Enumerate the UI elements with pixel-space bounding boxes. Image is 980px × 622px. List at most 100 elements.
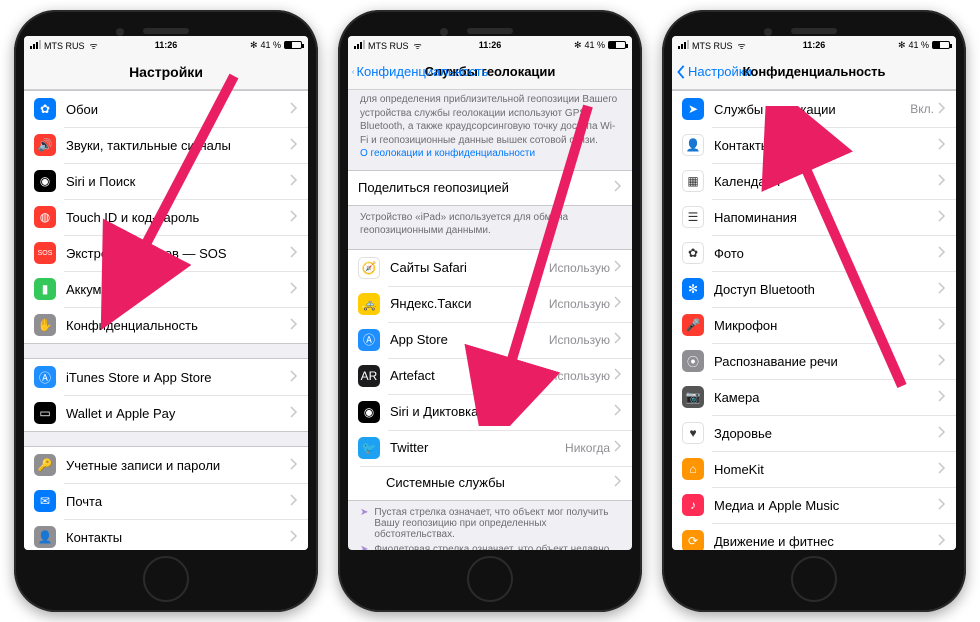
cell-detail: Использую [549,369,610,383]
chevron-right-icon [938,390,946,405]
cell-label: Аккумулятор [66,282,290,297]
share-footer: Устройство «iPad» используется для обмен… [348,206,632,241]
legend-row: ➤Пустая стрелка означает, что объект мог… [360,507,620,540]
front-camera [764,28,772,36]
privacy-cell-calendars[interactable]: ▦ Календари [672,163,956,199]
home-button[interactable] [791,556,837,602]
chevron-right-icon [614,296,622,311]
signal-icon [30,40,41,49]
privacy-cell-mic[interactable]: 🎤 Микрофон [672,307,956,343]
privacy-cell-reminders[interactable]: ☰Напоминания [672,199,956,235]
settings-cell-privacy[interactable]: ✋Конфиденциальность [24,307,308,343]
privacy-cell-contacts2[interactable]: 👤 Контакты [672,127,956,163]
contacts2-icon: 👤 [682,134,704,156]
twitter-icon: 🐦 [358,437,380,459]
cell-detail: Вкл. [910,102,934,116]
location-arrow-icon: ➤ [360,544,368,551]
cell-detail: Никогда [565,441,610,455]
privacy-cell-bt[interactable]: ✻ Доступ Bluetooth [672,271,956,307]
privacy-cell-speech[interactable]: ⦿Распознавание речи [672,343,956,379]
siri2-icon: ◉ [358,401,380,423]
nav-bar: Настройки [24,54,308,90]
siri-icon: ◉ [34,170,56,192]
settings-cell-wallpaper[interactable]: ✿Обои [24,91,308,127]
share-location-cell[interactable]: Поделиться геопозицией [348,171,632,205]
phone-settings: MTS RUS ᯤ 11:26 ✻41 % Настройки ✿Обои🔊Зв… [14,10,318,612]
cell-label: Микрофон [714,318,938,333]
cell-label: Календари [714,174,938,189]
back-button[interactable]: Настройки [676,64,752,79]
app-cell-artefact[interactable]: AR ArtefactИспользую [348,358,632,394]
home-button[interactable] [467,556,513,602]
settings-cell-contacts[interactable]: 👤Контакты [24,519,308,550]
cell-label: Доступ Bluetooth [714,282,938,297]
app-cell-safari[interactable]: 🧭Сайты SafariИспользую [348,250,632,286]
privacy-cell-camera[interactable]: 📷Камера [672,379,956,415]
cell-label: Twitter [390,440,565,455]
chevron-right-icon [614,260,622,275]
cell-label: Распознавание речи [714,354,938,369]
artefact-icon: AR [358,365,380,387]
cell-label: Медиа и Apple Music [714,498,938,513]
about-location-link[interactable]: О геолокации и конфиденциальности [360,148,535,159]
settings-list[interactable]: ✿Обои🔊Звуки, тактильные сигналы◉Siri и П… [24,90,308,550]
yandex-icon: 🚕 [358,293,380,315]
privacy-cell-homekit[interactable]: ⌂HomeKit [672,451,956,487]
cell-label: Службы геолокации [714,102,910,117]
chevron-right-icon [290,406,298,421]
settings-cell-wallet[interactable]: ▭Wallet и Apple Pay [24,395,308,431]
privacy-cell-fitness[interactable]: ⟳Движение и фитнес [672,523,956,550]
chevron-right-icon [290,138,298,153]
earpiece [467,28,513,34]
app-cell-twitter[interactable]: 🐦 TwitterНикогда [348,430,632,466]
page-title: Настройки [129,64,203,80]
chevron-right-icon [938,498,946,513]
chevron-right-icon [290,246,298,261]
settings-cell-sounds[interactable]: 🔊Звуки, тактильные сигналы [24,127,308,163]
chevron-right-icon [938,102,946,117]
status-right: ✻41 % [574,40,626,51]
cell-label: Системные службы [358,475,614,490]
app-cell-siri2[interactable]: ◉Siri и Диктовка [348,394,632,430]
privacy-list[interactable]: ➤Службы геолокацииВкл. 👤 Контакты ▦ Календар… [672,90,956,550]
settings-cell-sos[interactable]: SOSЭкстренный вызов — SOS [24,235,308,271]
screen-3: MTS RUS ᯤ 11:26 ✻41 % Настройки Конфиден… [672,36,956,550]
privacy-cell-music[interactable]: ♪Медиа и Apple Music [672,487,956,523]
cell-label: Контакты [66,530,290,545]
settings-cell-appstore[interactable]: ⒶiTunes Store и App Store [24,359,308,395]
status-left: MTS RUS ᯤ [678,39,746,52]
chevron-right-icon [614,368,622,383]
settings-cell-battery[interactable]: ▮ Аккумулятор [24,271,308,307]
chevron-right-icon [938,534,946,549]
system-services-cell[interactable]: Системные службы [348,466,632,500]
calendars-icon: ▦ [682,170,704,192]
app-cell-appstore2[interactable]: ⒶApp StoreИспользую [348,322,632,358]
cell-label: Экстренный вызов — SOS [66,246,290,261]
touchid-icon: ◍ [34,206,56,228]
settings-cell-siri[interactable]: ◉Siri и Поиск [24,163,308,199]
chevron-right-icon [938,246,946,261]
settings-cell-touchid[interactable]: ◍Touch ID и код-пароль [24,199,308,235]
settings-cell-mail[interactable]: ✉Почта [24,483,308,519]
cell-label: App Store [390,332,549,347]
cell-label: Контакты [714,138,938,153]
mic-icon: 🎤 [682,314,704,336]
bt-icon: ✻ [682,278,704,300]
status-right: ✻41 % [250,40,302,51]
back-button[interactable]: Конфиденциальность [352,64,488,79]
chevron-right-icon [938,210,946,225]
page-title: Конфиденциальность [742,64,885,79]
location-list[interactable]: для определения приблизительной геопозиц… [348,90,632,550]
privacy-cell-photos[interactable]: ✿Фото [672,235,956,271]
battery-icon: ▮ [34,278,56,300]
settings-cell-accounts[interactable]: 🔑Учетные записи и пароли [24,447,308,483]
privacy-cell-health[interactable]: ♥Здоровье [672,415,956,451]
privacy-cell-location[interactable]: ➤Службы геолокацииВкл. [672,91,956,127]
app-cell-yandex[interactable]: 🚕Яндекс.ТаксиИспользую [348,286,632,322]
front-camera [440,28,448,36]
chevron-right-icon [938,354,946,369]
camera-icon: 📷 [682,386,704,408]
cell-label: Обои [66,102,290,117]
cell-label: Artefact [390,368,549,383]
home-button[interactable] [143,556,189,602]
